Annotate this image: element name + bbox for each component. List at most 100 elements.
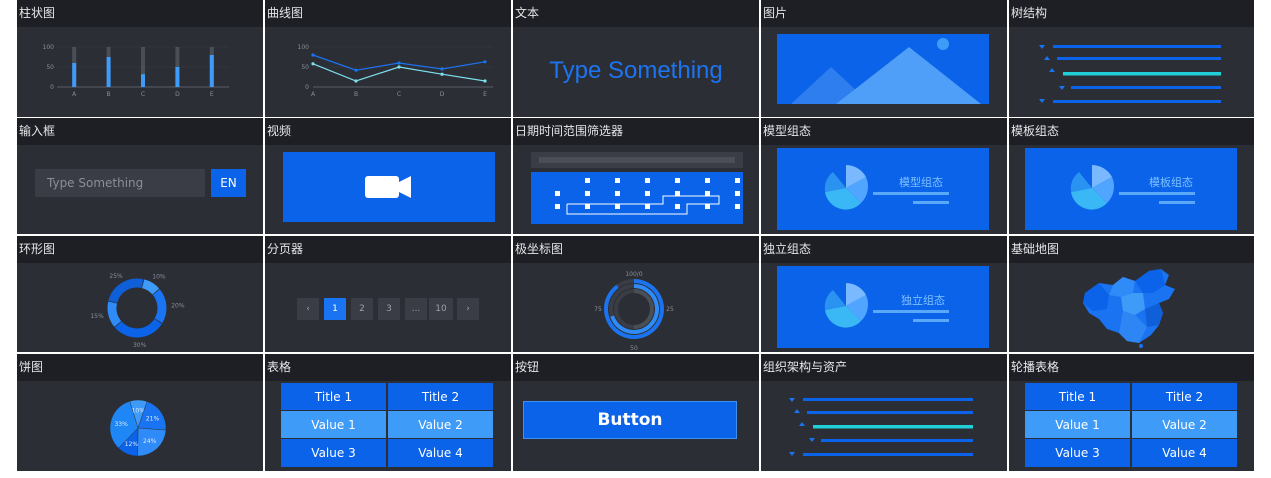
calendar-day[interactable] xyxy=(735,191,740,196)
tile-title: 组织架构与资产 xyxy=(761,354,1007,381)
ring-segment xyxy=(107,301,122,327)
calendar-day[interactable] xyxy=(585,204,590,209)
sample-button[interactable]: Button xyxy=(523,401,737,439)
tile-bar-chart[interactable]: 柱状图 100 50 0 A B C D E xyxy=(17,0,263,117)
calendar-day[interactable] xyxy=(705,191,710,196)
tile-text[interactable]: 文本 Type Something xyxy=(513,0,759,117)
calendar-day[interactable] xyxy=(585,191,590,196)
tile-tree[interactable]: 树结构 xyxy=(1009,0,1254,117)
calendar-day[interactable] xyxy=(555,191,560,196)
data-point xyxy=(311,53,315,57)
china-map-icon xyxy=(1083,269,1175,348)
tile-map[interactable]: 基础地图 xyxy=(1009,236,1254,352)
standalone-label: 独立组态 xyxy=(901,294,945,307)
carousel-header-cell: Title 1 xyxy=(1025,383,1130,410)
tile-org[interactable]: 组织架构与资产 xyxy=(761,354,1007,471)
calendar-day[interactable] xyxy=(585,178,590,183)
y-tick-label: 50 xyxy=(46,64,54,71)
ring-label: 25% xyxy=(109,273,123,280)
tile-button[interactable]: 按钮 Button xyxy=(513,354,759,471)
calendar-day[interactable] xyxy=(675,178,680,183)
calendar-day[interactable] xyxy=(705,204,710,209)
tile-image[interactable]: 图片 xyxy=(761,0,1007,117)
calendar-day[interactable] xyxy=(705,178,710,183)
org-tree-preview xyxy=(789,398,973,456)
tile-ring-chart[interactable]: 环形图 10% 20% 30% 15% 25% xyxy=(17,236,263,352)
tile-title: 文本 xyxy=(513,0,759,27)
pager-prev-button[interactable]: ‹ xyxy=(297,298,319,320)
text-input[interactable]: Type Something xyxy=(35,169,205,197)
tile-carousel-table[interactable]: 轮播表格 Title 1 Title 2 Value 1 Value 2 Val… xyxy=(1009,354,1254,471)
x-tick-label: C xyxy=(397,91,401,98)
x-tick-label: A xyxy=(311,91,316,98)
template-preview xyxy=(1025,148,1237,230)
video-camera-icon xyxy=(283,152,495,222)
pager-page-button[interactable]: 3 xyxy=(378,298,400,320)
tile-title: 表格 xyxy=(265,354,511,381)
tile-title: 分页器 xyxy=(265,236,511,263)
tile-pie-chart[interactable]: 饼图 10% 21% 24% 12% 33% xyxy=(17,354,263,471)
pager-next-button[interactable]: › xyxy=(457,298,479,320)
tree-preview xyxy=(1039,45,1221,103)
tile-daterange[interactable]: 日期时间范围筛选器 xyxy=(513,118,759,234)
calendar-day[interactable] xyxy=(645,178,650,183)
table-cell: Value 1 xyxy=(281,411,386,438)
ring-segment xyxy=(114,318,162,338)
tile-preview xyxy=(513,145,759,234)
bar xyxy=(175,67,180,87)
pager-page-button[interactable]: 2 xyxy=(351,298,373,320)
polar-axis-label: 100/0 xyxy=(625,271,642,278)
tile-template[interactable]: 模板组态 模板组态 xyxy=(1009,118,1254,234)
calendar-day[interactable] xyxy=(555,204,560,209)
tile-model[interactable]: 模型组态 模型组态 xyxy=(761,118,1007,234)
tile-preview: Type Something EN xyxy=(17,145,263,234)
tile-title: 模板组态 xyxy=(1009,118,1254,145)
tile-preview: ‹ 1 2 3 ... 10 › xyxy=(265,263,511,352)
calendar-day[interactable] xyxy=(615,204,620,209)
ring-label: 15% xyxy=(90,313,104,320)
calendar-day[interactable] xyxy=(615,191,620,196)
tile-preview: 10% 21% 24% 12% 33% xyxy=(17,381,263,471)
polar-bar xyxy=(633,289,654,329)
tile-preview: 独立组态 xyxy=(761,263,1007,352)
x-tick-label: D xyxy=(440,91,445,98)
tile-pager[interactable]: 分页器 ‹ 1 2 3 ... 10 › xyxy=(265,236,511,352)
calendar-day[interactable] xyxy=(645,191,650,196)
data-point xyxy=(483,60,487,64)
pager-page-button[interactable]: 1 xyxy=(324,298,346,320)
calendar-day[interactable] xyxy=(735,204,740,209)
tile-input[interactable]: 输入框 Type Something EN xyxy=(17,118,263,234)
tile-title: 轮播表格 xyxy=(1009,354,1254,381)
tile-preview: 模型组态 xyxy=(761,145,1007,234)
language-button[interactable]: EN xyxy=(211,169,246,197)
calendar-day[interactable] xyxy=(645,204,650,209)
x-tick-label: B xyxy=(354,91,358,98)
ring-segment xyxy=(152,289,167,324)
polar-axis-label: 50 xyxy=(630,345,638,352)
tile-title: 饼图 xyxy=(17,354,263,381)
tile-standalone[interactable]: 独立组态 独立组态 xyxy=(761,236,1007,352)
table-cell: Value 4 xyxy=(388,439,493,467)
tile-video[interactable]: 视频 xyxy=(265,118,511,234)
y-tick-label: 100 xyxy=(43,44,55,51)
pie-label: 24% xyxy=(143,438,157,445)
standalone-preview xyxy=(777,266,989,348)
calendar-day[interactable] xyxy=(675,204,680,209)
pager-page-button[interactable]: 10 xyxy=(429,298,453,320)
pie-chart-preview: 10%21%24%12%33% xyxy=(109,399,167,457)
data-point xyxy=(440,72,444,76)
tile-polar-chart[interactable]: 极坐标图 100/0 25 50 75 xyxy=(513,236,759,352)
polar-axis-label: 75 xyxy=(594,306,602,313)
tile-curve-chart[interactable]: 曲线图 100 50 0 A B C D E xyxy=(265,0,511,117)
calendar-day[interactable] xyxy=(735,178,740,183)
carousel-cell: Value 3 xyxy=(1025,439,1130,467)
calendar-day[interactable] xyxy=(675,191,680,196)
pager-ellipsis: ... xyxy=(405,298,427,320)
calendar-day[interactable] xyxy=(615,178,620,183)
x-tick-label: E xyxy=(210,91,214,98)
tile-table[interactable]: 表格 Title 1 Title 2 Value 1 Value 2 Value… xyxy=(265,354,511,471)
y-tick-label: 100 xyxy=(298,44,310,51)
ring-segment xyxy=(141,279,160,295)
data-point xyxy=(311,62,315,66)
data-point xyxy=(397,61,401,65)
